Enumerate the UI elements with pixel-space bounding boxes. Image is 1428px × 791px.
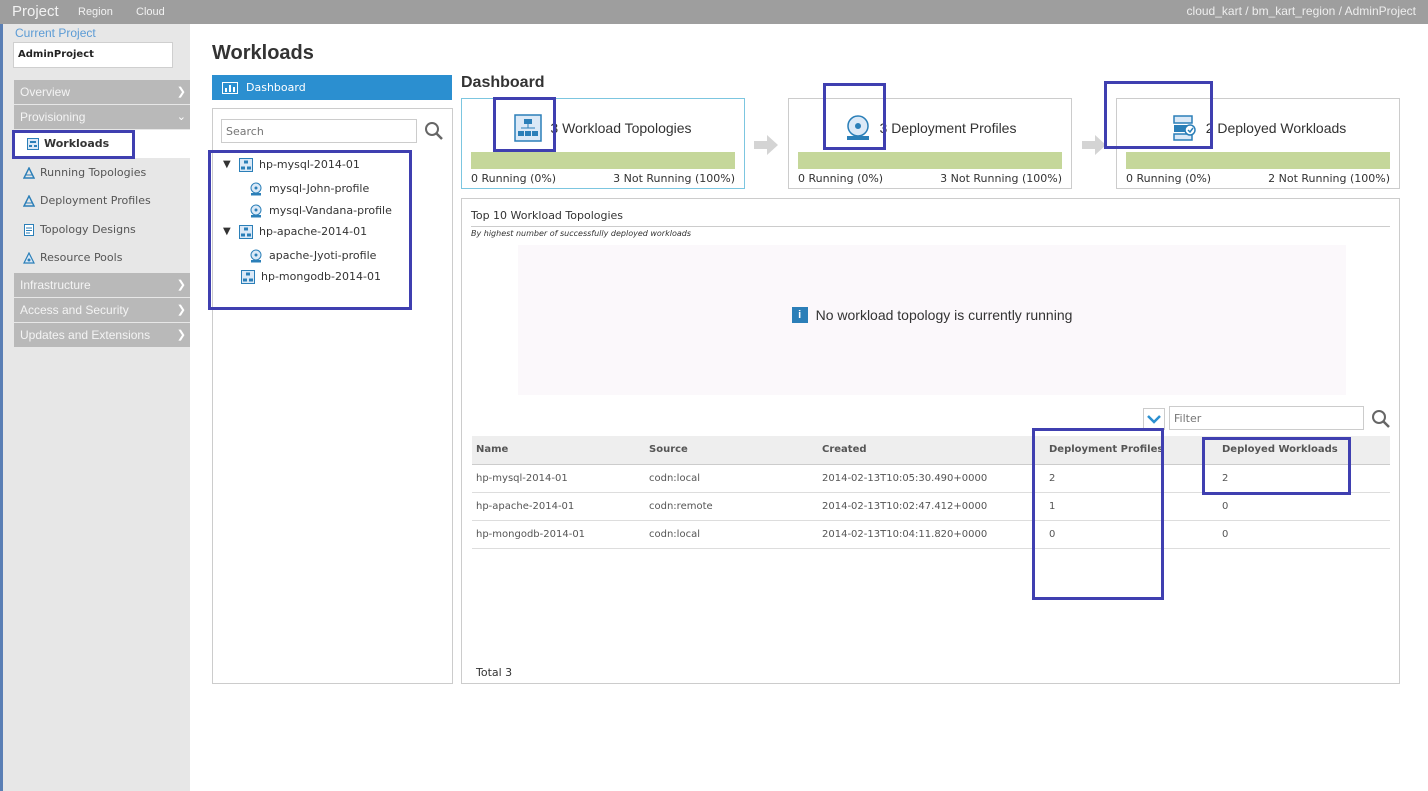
running-stat: 0 Running (0%): [471, 172, 557, 185]
nav-region[interactable]: Region: [78, 0, 113, 24]
cell-name: hp-mongodb-2014-01: [472, 520, 645, 549]
empty-state-text: No workload topology is currently runnin…: [815, 307, 1073, 323]
sidebar-section-access-security[interactable]: Access and Security ❯: [14, 298, 190, 322]
filter-input[interactable]: [1169, 406, 1364, 430]
column-header-created[interactable]: Created: [818, 436, 1045, 465]
cell-created: 2014-02-13T10:02:47.412+0000: [818, 492, 1045, 521]
cell-created: 2014-02-13T10:04:11.820+0000: [818, 520, 1045, 549]
cell-source: codn:local: [645, 464, 818, 493]
search-icon[interactable]: [424, 121, 444, 141]
sidebar-section-provisioning[interactable]: Provisioning ⌄: [14, 105, 190, 129]
page-title: Workloads: [212, 42, 314, 64]
search-icon[interactable]: [1371, 409, 1391, 429]
highlight-box-workloads: [12, 130, 135, 159]
cell-source: codn:remote: [645, 492, 818, 521]
column-header-source[interactable]: Source: [645, 436, 818, 465]
sidebar-section-label: Overview: [20, 85, 71, 99]
not-running-stat: 2 Not Running (100%): [1268, 172, 1390, 185]
card-title: 3 Deployment Profiles: [879, 120, 1017, 136]
sidebar-item-resource-pools[interactable]: Resource Pools: [23, 247, 122, 269]
card-title: 2 Deployed Workloads: [1205, 120, 1347, 136]
sidebar-section-label: Provisioning: [20, 110, 86, 124]
sidebar-section-updates-extensions[interactable]: Updates and Extensions ❯: [14, 323, 190, 347]
highlight-box-deployed-workloads-column: [1202, 437, 1351, 495]
filter-dropdown-toggle[interactable]: [1143, 408, 1165, 430]
progress-bar: [1126, 152, 1390, 169]
running-stat: 0 Running (0%): [798, 172, 884, 185]
empty-state-area: i No workload topology is currently runn…: [518, 245, 1346, 395]
dashboard-icon: [222, 81, 238, 94]
sidebar-section-label: Access and Security: [20, 303, 129, 317]
sidebar-item-running-topologies[interactable]: Running Topologies: [23, 162, 146, 184]
not-running-stat: 3 Not Running (100%): [613, 172, 735, 185]
sidebar-section-overview[interactable]: Overview ❯: [14, 80, 190, 104]
panel-subtitle: By highest number of successfully deploy…: [471, 229, 691, 238]
sidebar-item-topology-designs[interactable]: Topology Designs: [23, 219, 136, 241]
running-stat: 0 Running (0%): [1126, 172, 1212, 185]
search-input[interactable]: [221, 119, 417, 143]
divider: [471, 226, 1390, 227]
empty-state-message: i No workload topology is currently runn…: [518, 307, 1346, 323]
project-selector[interactable]: AdminProject: [13, 42, 173, 68]
chevron-down-icon: ⌄: [176, 111, 186, 123]
dashboard-heading: Dashboard: [461, 74, 545, 91]
chevron-down-icon: [1147, 415, 1161, 424]
highlight-box-workload-icon: [1104, 81, 1213, 149]
cell-name: hp-apache-2014-01: [472, 492, 645, 521]
nav-project[interactable]: Project: [12, 0, 59, 24]
sidebar-item-label: Resource Pools: [40, 251, 123, 264]
sidebar-item-label: Topology Designs: [40, 223, 136, 236]
table-row[interactable]: hp-apache-2014-01 codn:remote 2014-02-13…: [472, 492, 1390, 521]
arrow-right-icon: [754, 135, 778, 155]
cell-created: 2014-02-13T10:05:30.490+0000: [818, 464, 1045, 493]
chevron-right-icon: ❯: [176, 304, 186, 316]
sidebar-item-deployment-profiles[interactable]: Deployment Profiles: [23, 190, 151, 212]
panel-title: Top 10 Workload Topologies: [471, 209, 624, 222]
chevron-right-icon: ❯: [176, 86, 186, 98]
table-total: Total 3: [476, 666, 513, 679]
progress-bar: [798, 152, 1062, 169]
highlight-box-topology-icon: [493, 97, 556, 152]
highlight-box-deployment-profiles-column: [1032, 428, 1164, 600]
current-project-label: Current Project: [15, 26, 96, 40]
cell-source: codn:local: [645, 520, 818, 549]
not-running-stat: 3 Not Running (100%): [940, 172, 1062, 185]
dashboard-tab-label: Dashboard: [246, 81, 306, 94]
highlight-box-profile-icon: [823, 83, 886, 150]
dashboard-tab[interactable]: Dashboard: [212, 75, 452, 100]
card-title: 3 Workload Topologies: [550, 120, 692, 136]
breadcrumb: cloud_kart / bm_kart_region / AdminProje…: [1186, 4, 1416, 18]
sidebar-section-label: Infrastructure: [20, 278, 91, 292]
table-row[interactable]: hp-mongodb-2014-01 codn:local 2014-02-13…: [472, 520, 1390, 549]
resource-pool-icon: [23, 252, 35, 264]
cell-deployed-workloads: 0: [1218, 520, 1390, 549]
info-icon: i: [791, 307, 808, 323]
sidebar-section-label: Updates and Extensions: [20, 328, 151, 342]
cell-deployed-workloads: 0: [1218, 492, 1390, 521]
running-icon: [23, 167, 35, 179]
highlight-box-tree: [208, 150, 412, 310]
sidebar-item-label: Deployment Profiles: [40, 194, 151, 207]
document-icon: [24, 224, 34, 236]
progress-bar: [471, 152, 735, 169]
column-header-name[interactable]: Name: [472, 436, 645, 465]
chevron-right-icon: ❯: [176, 329, 186, 341]
cell-name: hp-mysql-2014-01: [472, 464, 645, 493]
top-navigation-bar: Project Region Cloud cloud_kart / bm_kar…: [0, 0, 1428, 24]
nav-cloud[interactable]: Cloud: [136, 0, 165, 24]
deployment-profile-icon: [23, 195, 35, 207]
sidebar-item-label: Running Topologies: [40, 166, 147, 179]
sidebar-section-infrastructure[interactable]: Infrastructure ❯: [14, 273, 190, 297]
chevron-right-icon: ❯: [176, 279, 186, 291]
